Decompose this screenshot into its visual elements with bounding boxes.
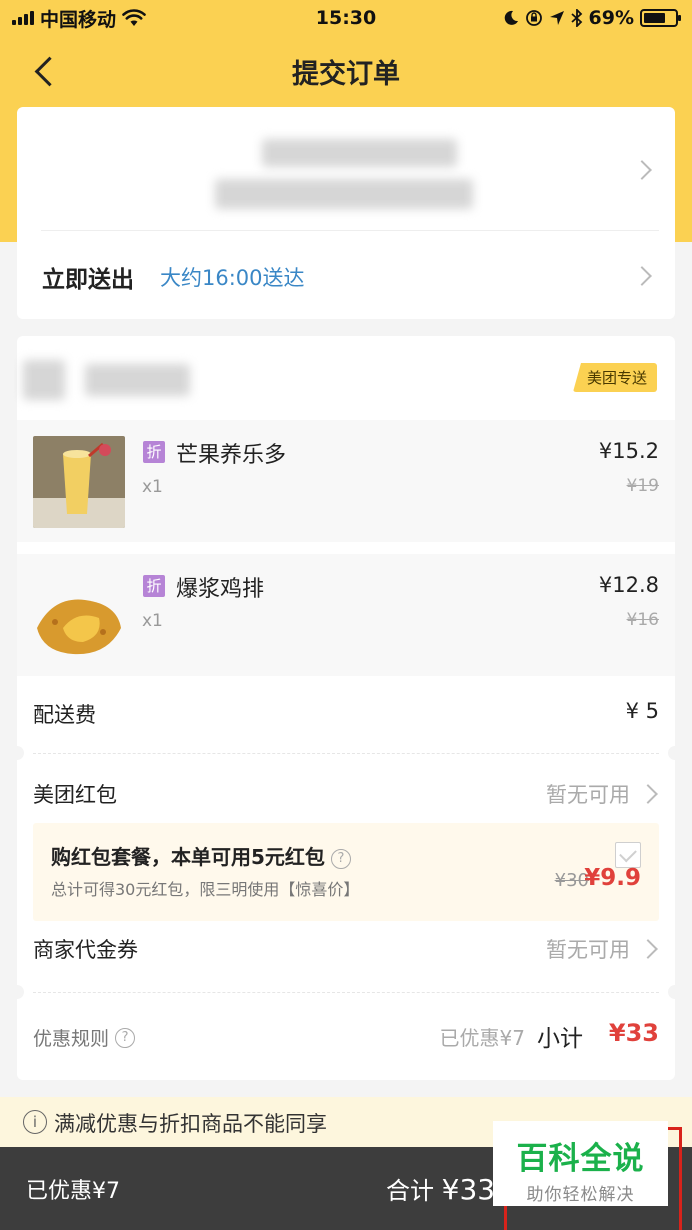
battery-icon [640,9,681,27]
chevron-right-icon [638,939,658,959]
product-image [33,570,125,662]
list-item: 折 爆浆鸡排 x1 ¥12.8 ¥16 [17,554,675,676]
delivery-eta[interactable]: 大约16:00送达 [160,262,305,292]
discount-badge: 折 [143,575,165,597]
bluetooth-icon [570,9,582,27]
help-icon[interactable]: ? [330,848,351,869]
item-price: ¥12.8 [598,573,659,597]
delivery-fee-label: 配送费 [33,703,96,727]
order-card: 美团专送 折 芒果养乐多 x1 ¥15.2 ¥19 折 爆浆鸡排 x1 ¥12.… [10,336,682,1080]
red-packet-value: 暂无可用 [546,783,630,807]
help-icon[interactable]: ? [115,1027,136,1048]
notch [10,985,24,999]
bottom-discount: 已优惠¥7 [26,1179,120,1204]
discount-rules[interactable]: 优惠规则? [33,1024,136,1051]
item-original-price: ¥19 [626,476,659,496]
voucher-label: 商家代金券 [33,938,138,962]
delivery-badge: 美团专送 [572,363,657,392]
promo-price: ¥9.9 [584,865,641,891]
total-value: ¥33 [441,1173,496,1206]
notch [668,985,682,999]
watermark-title: 百科全说 [516,1141,645,1177]
info-icon: i [23,1110,47,1134]
carrier: 中国移动 [40,8,117,31]
red-packet-promo[interactable]: 购红包套餐，本单可用5元红包? 总计可得30元红包，限三明使用【惊喜价】 ¥30… [33,823,659,921]
product-image [33,436,125,528]
divider [33,992,659,993]
address-card[interactable]: 立即送出 大约16:00送达 [17,107,675,319]
discount-badge: 折 [143,441,165,463]
discount-amount: 已优惠¥7 [439,1026,525,1050]
total-label: 合计 [386,1177,434,1205]
item-name: 芒果养乐多 [176,443,287,468]
wifi-icon [122,9,146,26]
subtotal-label: 小计 [537,1026,583,1052]
promo-subtitle: 总计可得30元红包，限三明使用【惊喜价】 [51,880,360,899]
signal-icon [12,11,34,25]
list-item: 折 芒果养乐多 x1 ¥15.2 ¥19 [17,420,675,542]
orientation-lock-icon [525,10,542,26]
chevron-right-icon [632,160,652,180]
location-icon [549,11,564,25]
promo-title: 购红包套餐，本单可用5元红包? [51,841,351,870]
watermark-logo: 百科全说 助你轻松解决 [493,1121,668,1206]
subtotal-value: ¥33 [608,1019,659,1047]
order-total: 合计 ¥33 [386,1171,495,1206]
blurred-address [262,139,457,167]
notch [668,746,682,760]
moon-icon [504,10,518,25]
page-title: 提交订单 [292,59,400,90]
voucher-value: 暂无可用 [546,938,630,962]
item-original-price: ¥16 [626,610,659,630]
item-price: ¥15.2 [598,439,659,463]
item-quantity: x1 [142,611,163,631]
red-packet-label: 美团红包 [33,783,117,807]
discount-rules-label: 优惠规则 [33,1028,110,1050]
battery-percent: 69% [588,7,634,29]
notice-text: 满减优惠与折扣商品不能同享 [54,1112,327,1136]
blurred-store-name [85,364,190,396]
notch [10,746,24,760]
blurred-contact [215,179,473,209]
chevron-right-icon [638,784,658,804]
item-quantity: x1 [142,477,163,497]
promo-title-text: 购红包套餐，本单可用5元红包 [51,845,325,869]
delivery-mode: 立即送出 [42,267,134,293]
delivery-fee-value: ¥ 5 [625,699,659,723]
chevron-right-icon [632,266,652,286]
watermark-subtitle: 助你轻松解决 [526,1185,635,1205]
divider [41,230,659,231]
divider [33,753,659,754]
nav-bar: 提交订单 [0,40,692,102]
blurred-store-logo [23,360,65,400]
item-name: 爆浆鸡排 [176,577,265,602]
status-bar: 中国移动 15:30 69% [0,0,692,36]
